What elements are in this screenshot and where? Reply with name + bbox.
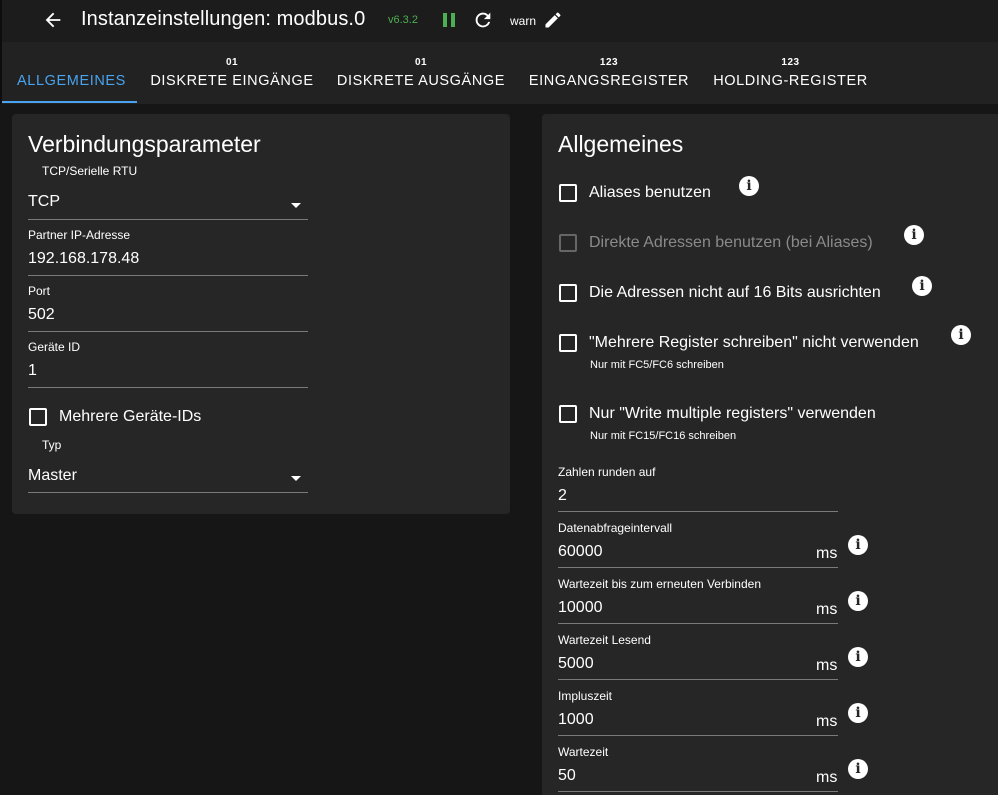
type-select[interactable]: TCP bbox=[28, 193, 60, 211]
read-timeout-label: Wartezeit Lesend bbox=[558, 633, 651, 647]
info-icon[interactable]: i bbox=[904, 225, 924, 245]
tab-badge: 123 bbox=[781, 56, 800, 68]
tab-eingangsregister[interactable]: 123 EINGANGSREGISTER bbox=[524, 42, 694, 104]
ip-input[interactable]: 192.168.178.48 bbox=[28, 250, 139, 268]
poll-underline bbox=[558, 567, 838, 568]
no-multi-write-label[interactable]: "Mehrere Register schreiben" nicht verwe… bbox=[589, 334, 919, 352]
read-timeout-unit: ms bbox=[816, 657, 838, 674]
tab-diskrete-ausgaenge[interactable]: 01 DISKRETE AUSGÄNGE bbox=[332, 42, 510, 104]
ip-label: Partner IP-Adresse bbox=[28, 228, 131, 242]
no-multi-write-checkbox[interactable] bbox=[559, 334, 577, 352]
round-input[interactable]: 2 bbox=[558, 487, 567, 505]
caret-down-icon[interactable] bbox=[291, 476, 301, 481]
only-multi-write-label[interactable]: Nur "Write multiple registers" verwenden bbox=[589, 405, 876, 423]
wait-input[interactable]: 50 bbox=[558, 767, 576, 785]
connection-card: Verbindungsparameter TCP/Serielle RTU TC… bbox=[12, 114, 510, 514]
tab-holding-register[interactable]: 123 HOLDING-REGISTER bbox=[708, 42, 873, 104]
port-input[interactable]: 502 bbox=[28, 306, 55, 324]
no-multi-write-helper: Nur mit FC5/FC6 schreiben bbox=[590, 359, 724, 371]
reconnect-label: Wartezeit bis zum erneuten Verbinden bbox=[558, 577, 761, 591]
tab-badge: 01 bbox=[225, 56, 239, 68]
tab-label: HOLDING-REGISTER bbox=[713, 72, 868, 89]
read-timeout-underline bbox=[558, 679, 838, 680]
poll-input[interactable]: 60000 bbox=[558, 543, 603, 561]
active-tab-indicator bbox=[2, 101, 137, 103]
tab-label: EINGANGSREGISTER bbox=[528, 72, 690, 89]
pulse-input[interactable]: 1000 bbox=[558, 711, 594, 729]
general-card: Allgemeines Aliases benutzen i Direkte A… bbox=[542, 114, 998, 795]
pause-icon[interactable] bbox=[441, 11, 457, 29]
port-underline bbox=[28, 331, 308, 332]
aliases-label[interactable]: Aliases benutzen bbox=[589, 184, 711, 202]
device-id-underline bbox=[28, 387, 308, 388]
pulse-unit: ms bbox=[816, 713, 838, 730]
only-multi-write-checkbox[interactable] bbox=[559, 405, 577, 423]
arrow-back-icon[interactable] bbox=[42, 9, 64, 31]
port-label: Port bbox=[28, 284, 51, 298]
version-label: v6.3.2 bbox=[388, 14, 418, 26]
type-label: TCP/Serielle RTU bbox=[42, 164, 138, 178]
info-icon[interactable]: i bbox=[739, 176, 759, 196]
connection-title: Verbindungsparameter bbox=[28, 131, 261, 157]
wait-label: Wartezeit bbox=[558, 745, 609, 759]
multi-ids-label[interactable]: Mehrere Geräte-IDs bbox=[59, 408, 201, 426]
poll-unit: ms bbox=[816, 545, 838, 562]
pencil-icon[interactable] bbox=[543, 10, 563, 30]
ip-underline bbox=[28, 275, 308, 276]
general-title: Allgemeines bbox=[558, 131, 684, 157]
round-label: Zahlen runden auf bbox=[558, 465, 656, 479]
info-icon[interactable]: i bbox=[848, 535, 868, 555]
tab-allgemeines[interactable]: ALLGEMEINES bbox=[4, 42, 139, 104]
refresh-icon[interactable] bbox=[472, 9, 494, 31]
type-underline bbox=[28, 219, 308, 220]
only-multi-write-helper: Nur mit FC15/FC16 schreiben bbox=[590, 430, 737, 442]
round-underline bbox=[558, 511, 838, 512]
reconnect-underline bbox=[558, 623, 838, 624]
tab-badge: 01 bbox=[414, 56, 428, 68]
tab-badge: 123 bbox=[599, 56, 619, 68]
pulse-label: Impluszeit bbox=[558, 689, 613, 703]
page-title: Instanzeinstellungen: modbus.0 bbox=[81, 8, 366, 30]
info-icon[interactable]: i bbox=[848, 591, 868, 611]
caret-down-icon[interactable] bbox=[291, 203, 301, 208]
wait-unit: ms bbox=[816, 769, 838, 786]
role-underline bbox=[28, 492, 308, 493]
loglevel-label: warn bbox=[510, 14, 537, 28]
info-icon[interactable]: i bbox=[848, 703, 868, 723]
tab-label: DISKRETE EINGÄNGE bbox=[150, 72, 314, 89]
role-select[interactable]: Master bbox=[28, 467, 77, 485]
poll-label: Datenabfrageintervall bbox=[558, 521, 673, 535]
multi-ids-checkbox[interactable] bbox=[29, 408, 47, 426]
device-id-label: Geräte ID bbox=[28, 340, 81, 354]
tab-label: DISKRETE AUSGÄNGE bbox=[336, 72, 506, 89]
read-timeout-input[interactable]: 5000 bbox=[558, 655, 594, 673]
role-label: Typ bbox=[42, 438, 62, 452]
direct-addresses-checkbox[interactable] bbox=[559, 234, 577, 252]
title-bar: Instanzeinstellungen: modbus.0 v6.3.2 wa… bbox=[0, 0, 998, 42]
aliases-checkbox[interactable] bbox=[559, 184, 577, 202]
wait-underline bbox=[558, 791, 838, 792]
reconnect-input[interactable]: 10000 bbox=[558, 599, 603, 617]
info-icon[interactable]: i bbox=[951, 325, 971, 345]
no-16bit-align-label[interactable]: Die Adressen nicht auf 16 Bits ausrichte… bbox=[589, 284, 881, 302]
info-icon[interactable]: i bbox=[848, 759, 868, 779]
device-id-input[interactable]: 1 bbox=[28, 362, 37, 380]
tab-diskrete-eingaenge[interactable]: 01 DISKRETE EINGÄNGE bbox=[147, 42, 317, 104]
no-16bit-align-checkbox[interactable] bbox=[559, 284, 577, 302]
direct-addresses-label[interactable]: Direkte Adressen benutzen (bei Aliases) bbox=[589, 234, 873, 252]
info-icon[interactable]: i bbox=[848, 647, 868, 667]
tab-label: ALLGEMEINES bbox=[17, 72, 126, 89]
info-icon[interactable]: i bbox=[912, 276, 932, 296]
reconnect-unit: ms bbox=[816, 601, 838, 618]
pulse-underline bbox=[558, 735, 838, 736]
tab-bar: ALLGEMEINES 01 DISKRETE EINGÄNGE 01 DISK… bbox=[0, 42, 998, 104]
